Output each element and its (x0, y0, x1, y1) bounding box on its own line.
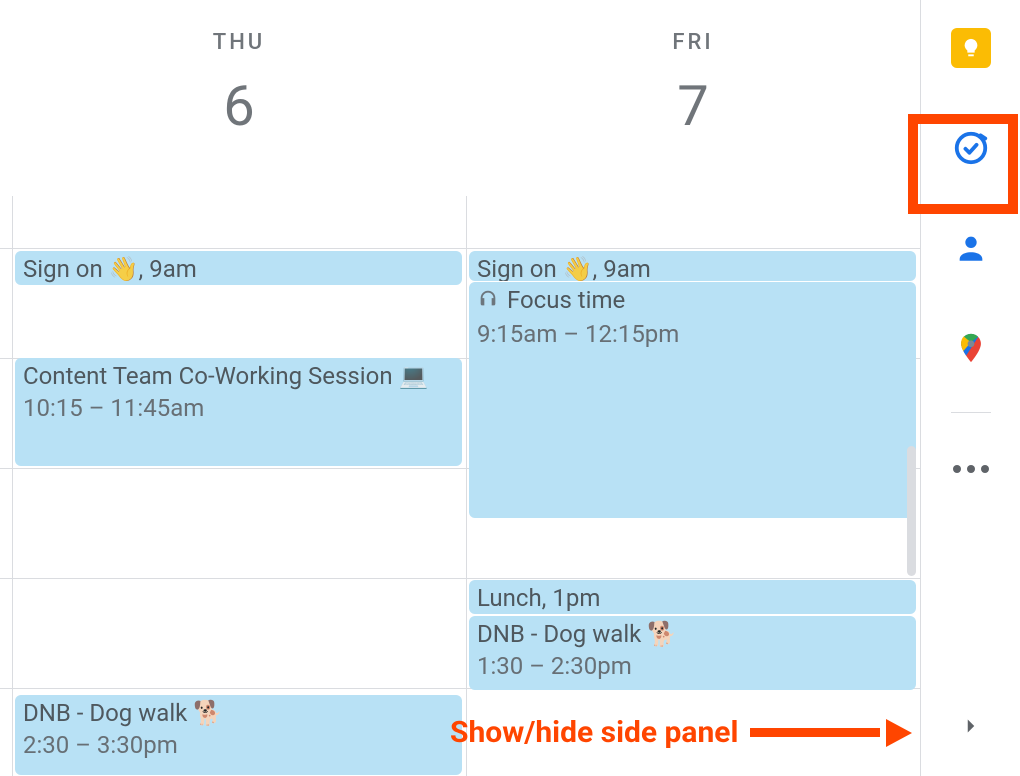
event-title: Lunch, 1pm (477, 582, 908, 614)
day-column-thu[interactable]: Sign on 👋, 9am Content Team Co-Working S… (12, 196, 466, 776)
event-focus-time[interactable]: Focus time 9:15am – 12:15pm (469, 282, 916, 518)
side-panel-rail (920, 0, 1020, 776)
more-icon (953, 465, 989, 473)
event-dog-walk-fri[interactable]: DNB - Dog walk 🐕 1:30 – 2:30pm (469, 616, 916, 690)
event-time: 9:15am – 12:15pm (477, 318, 908, 350)
event-lunch[interactable]: Lunch, 1pm (469, 580, 916, 614)
event-title: DNB - Dog walk 🐕 (477, 618, 908, 650)
toggle-side-panel-button[interactable] (921, 706, 1020, 746)
contacts-icon[interactable] (947, 224, 995, 272)
event-time: 2:30 – 3:30pm (23, 729, 454, 761)
event-title: DNB - Dog walk 🐕 (23, 697, 454, 729)
day-number: 6 (12, 73, 466, 139)
event-title: Sign on 👋, 9am (477, 253, 908, 281)
tasks-icon[interactable] (947, 124, 995, 172)
event-time: 10:15 – 11:45am (23, 392, 454, 424)
event-title: Focus time (477, 284, 908, 318)
headphones-icon (477, 286, 501, 318)
day-header-thu[interactable]: THU 6 (12, 0, 466, 180)
event-coworking[interactable]: Content Team Co-Working Session 💻 10:15 … (15, 358, 462, 466)
day-header-fri[interactable]: FRI 7 (466, 0, 920, 180)
rail-divider (951, 412, 991, 413)
event-title: Sign on 👋, 9am (23, 253, 454, 285)
event-time: 1:30 – 2:30pm (477, 650, 908, 682)
event-title-text: Focus time (507, 286, 625, 314)
event-sign-on-fri[interactable]: Sign on 👋, 9am (469, 251, 916, 281)
keep-icon[interactable] (947, 24, 995, 72)
event-dog-walk-thu[interactable]: DNB - Dog walk 🐕 2:30 – 3:30pm (15, 695, 462, 775)
calendar-grid[interactable]: THU 6 FRI 7 Sign on 👋, 9am (0, 0, 920, 776)
maps-icon[interactable] (947, 324, 995, 372)
day-of-week-label: THU (12, 30, 466, 55)
day-number: 7 (466, 73, 920, 139)
get-addons-button[interactable] (947, 445, 995, 493)
chevron-right-icon (958, 713, 984, 739)
event-title: Content Team Co-Working Session 💻 (23, 360, 454, 392)
event-sign-on-thu[interactable]: Sign on 👋, 9am (15, 251, 462, 285)
day-column-fri[interactable]: Sign on 👋, 9am Focus time 9:15am – 12:15… (466, 196, 920, 776)
day-of-week-label: FRI (466, 30, 920, 55)
scrollbar-thumb[interactable] (907, 446, 916, 576)
